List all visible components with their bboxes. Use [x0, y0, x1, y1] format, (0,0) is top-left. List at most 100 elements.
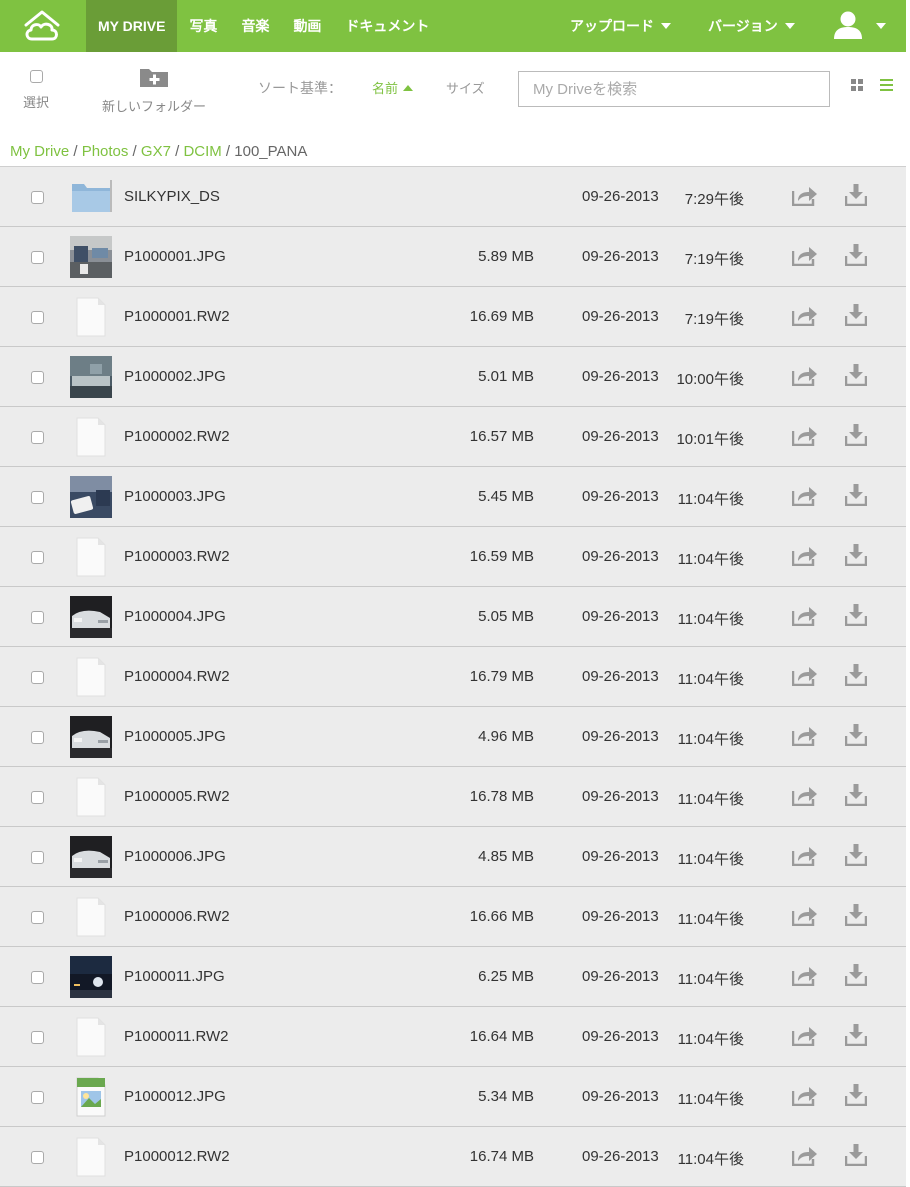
- download-icon[interactable]: [844, 184, 868, 207]
- file-name[interactable]: P1000003.RW2: [124, 548, 230, 565]
- share-icon[interactable]: [791, 846, 818, 867]
- file-row-checkbox[interactable]: [31, 431, 44, 444]
- nav-music[interactable]: 音楽: [229, 0, 281, 52]
- file-row[interactable]: P1000005.JPG 4.96 MB 09-26-2013 11:04午後: [0, 707, 906, 767]
- file-row-checkbox[interactable]: [31, 371, 44, 384]
- download-icon[interactable]: [844, 364, 868, 387]
- breadcrumb-dcim[interactable]: DCIM: [183, 143, 221, 160]
- download-icon[interactable]: [844, 724, 868, 747]
- file-name[interactable]: P1000002.RW2: [124, 428, 230, 445]
- file-row[interactable]: SILKYPIX_DS 09-26-2013 7:29午後: [0, 167, 906, 227]
- user-avatar-icon[interactable]: [832, 10, 864, 40]
- file-row[interactable]: P1000003.JPG 5.45 MB 09-26-2013 11:04午後: [0, 467, 906, 527]
- file-name[interactable]: P1000012.RW2: [124, 1148, 230, 1165]
- file-row[interactable]: P1000006.JPG 4.85 MB 09-26-2013 11:04午後: [0, 827, 906, 887]
- download-icon[interactable]: [844, 1024, 868, 1047]
- share-icon[interactable]: [791, 786, 818, 807]
- file-name[interactable]: P1000001.JPG: [124, 248, 226, 265]
- file-row-checkbox[interactable]: [31, 731, 44, 744]
- file-name[interactable]: P1000011.RW2: [124, 1028, 229, 1045]
- nav-photos[interactable]: 写真: [177, 0, 229, 52]
- file-row-checkbox[interactable]: [31, 851, 44, 864]
- share-icon[interactable]: [791, 426, 818, 447]
- user-menu-chevron-down-icon[interactable]: [876, 23, 886, 29]
- share-icon[interactable]: [791, 306, 818, 327]
- file-row-checkbox[interactable]: [31, 491, 44, 504]
- list-view-icon[interactable]: [880, 79, 893, 91]
- file-row-checkbox[interactable]: [31, 251, 44, 264]
- file-name[interactable]: P1000006.JPG: [124, 848, 226, 865]
- share-icon[interactable]: [791, 1026, 818, 1047]
- share-icon[interactable]: [791, 1086, 818, 1107]
- file-row-checkbox[interactable]: [31, 311, 44, 324]
- nav-documents[interactable]: ドキュメント: [333, 0, 441, 52]
- share-icon[interactable]: [791, 546, 818, 567]
- share-icon[interactable]: [791, 1146, 818, 1167]
- file-name[interactable]: P1000005.RW2: [124, 788, 230, 805]
- download-icon[interactable]: [844, 664, 868, 687]
- nav-my-drive[interactable]: MY DRIVE: [86, 0, 178, 52]
- file-row-checkbox[interactable]: [31, 671, 44, 684]
- share-icon[interactable]: [791, 906, 818, 927]
- share-icon[interactable]: [791, 666, 818, 687]
- file-name[interactable]: P1000011.JPG: [124, 968, 225, 985]
- file-row-checkbox[interactable]: [31, 611, 44, 624]
- share-icon[interactable]: [791, 366, 818, 387]
- select-all[interactable]: 選択: [14, 70, 58, 111]
- download-icon[interactable]: [844, 844, 868, 867]
- search-input[interactable]: [518, 71, 830, 107]
- download-icon[interactable]: [844, 904, 868, 927]
- breadcrumb-gx7[interactable]: GX7: [141, 143, 171, 160]
- file-row[interactable]: P1000004.JPG 5.05 MB 09-26-2013 11:04午後: [0, 587, 906, 647]
- file-name[interactable]: P1000004.RW2: [124, 668, 230, 685]
- file-row[interactable]: P1000006.RW2 16.66 MB 09-26-2013 11:04午後: [0, 887, 906, 947]
- file-name[interactable]: SILKYPIX_DS: [124, 188, 220, 205]
- file-row-checkbox[interactable]: [31, 1091, 44, 1104]
- new-folder-button[interactable]: 新しいフォルダー: [92, 66, 216, 115]
- share-icon[interactable]: [791, 606, 818, 627]
- download-icon[interactable]: [844, 604, 868, 627]
- cloud-home-logo-icon[interactable]: [22, 8, 62, 44]
- file-row[interactable]: P1000011.JPG 6.25 MB 09-26-2013 11:04午後: [0, 947, 906, 1007]
- share-icon[interactable]: [791, 726, 818, 747]
- file-row[interactable]: P1000003.RW2 16.59 MB 09-26-2013 11:04午後: [0, 527, 906, 587]
- file-row[interactable]: P1000005.RW2 16.78 MB 09-26-2013 11:04午後: [0, 767, 906, 827]
- file-name[interactable]: P1000002.JPG: [124, 368, 226, 385]
- file-row-checkbox[interactable]: [31, 791, 44, 804]
- download-icon[interactable]: [844, 424, 868, 447]
- nav-video[interactable]: 動画: [281, 0, 333, 52]
- select-all-checkbox[interactable]: [29, 70, 43, 83]
- file-row-checkbox[interactable]: [31, 191, 44, 204]
- download-icon[interactable]: [844, 1144, 868, 1167]
- file-row[interactable]: P1000001.RW2 16.69 MB 09-26-2013 7:19午後: [0, 287, 906, 347]
- grid-view-icon[interactable]: [851, 79, 863, 91]
- file-name[interactable]: P1000005.JPG: [124, 728, 226, 745]
- file-row-checkbox[interactable]: [31, 551, 44, 564]
- share-icon[interactable]: [791, 966, 818, 987]
- download-icon[interactable]: [844, 244, 868, 267]
- share-icon[interactable]: [791, 486, 818, 507]
- file-row[interactable]: P1000002.RW2 16.57 MB 09-26-2013 10:01午後: [0, 407, 906, 467]
- file-row-checkbox[interactable]: [31, 911, 44, 924]
- file-row-checkbox[interactable]: [31, 1031, 44, 1044]
- file-row[interactable]: P1000011.RW2 16.64 MB 09-26-2013 11:04午後: [0, 1007, 906, 1067]
- download-icon[interactable]: [844, 1084, 868, 1107]
- file-name[interactable]: P1000003.JPG: [124, 488, 226, 505]
- upload-menu[interactable]: アップロード: [570, 0, 671, 52]
- breadcrumb-photos[interactable]: Photos: [82, 143, 129, 160]
- file-row[interactable]: P1000012.RW2 16.74 MB 09-26-2013 11:04午後: [0, 1127, 906, 1187]
- file-name[interactable]: P1000001.RW2: [124, 308, 230, 325]
- file-name[interactable]: P1000012.JPG: [124, 1088, 226, 1105]
- file-name[interactable]: P1000006.RW2: [124, 908, 230, 925]
- file-row-checkbox[interactable]: [31, 1151, 44, 1164]
- file-row[interactable]: P1000001.JPG 5.89 MB 09-26-2013 7:19午後: [0, 227, 906, 287]
- version-menu[interactable]: バージョン: [708, 0, 795, 52]
- download-icon[interactable]: [844, 544, 868, 567]
- file-row[interactable]: P1000012.JPG 5.34 MB 09-26-2013 11:04午後: [0, 1067, 906, 1127]
- file-row-checkbox[interactable]: [31, 971, 44, 984]
- download-icon[interactable]: [844, 964, 868, 987]
- download-icon[interactable]: [844, 784, 868, 807]
- download-icon[interactable]: [844, 484, 868, 507]
- sort-by-name[interactable]: 名前: [372, 78, 414, 97]
- sort-by-size[interactable]: サイズ: [446, 78, 485, 97]
